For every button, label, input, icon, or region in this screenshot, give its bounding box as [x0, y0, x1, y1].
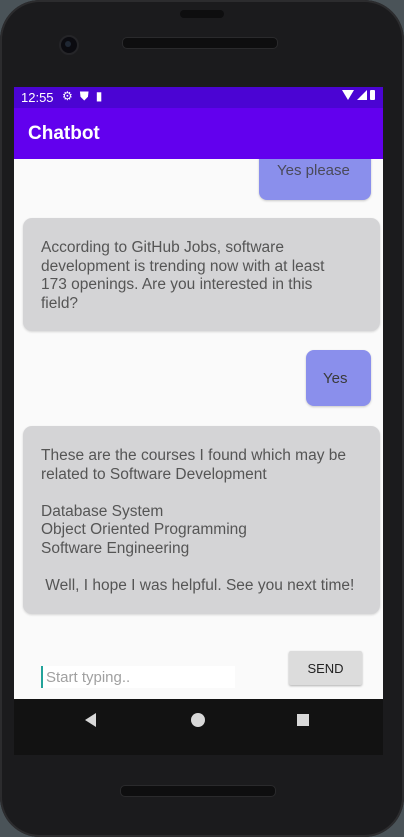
front-camera-icon: [59, 35, 79, 55]
user-message: Yes please: [259, 159, 371, 200]
app-bar: Chatbot: [14, 108, 383, 159]
send-button[interactable]: SEND: [289, 651, 362, 685]
status-bar: 12:55 ⚙ ⛊ ▮: [14, 87, 383, 108]
gear-icon: ⚙: [62, 89, 73, 103]
bottom-speaker: [120, 785, 276, 797]
wifi-icon: [342, 90, 354, 100]
bot-message-line: field?: [41, 294, 79, 312]
system-nav-bar: [14, 699, 383, 755]
shield-icon: ⛊: [79, 89, 89, 103]
bot-message-line: Object Oriented Programming: [41, 521, 247, 538]
bot-message: According to GitHub Jobs, software devel…: [23, 218, 380, 331]
status-icons-left: ⚙ ⛊ ▮: [62, 89, 102, 104]
battery-icon: [370, 90, 375, 100]
bot-message-line: Database System: [41, 502, 164, 520]
recents-icon[interactable]: [297, 714, 309, 726]
user-message-text: Yes: [323, 370, 348, 387]
input-area: SEND: [14, 629, 383, 699]
phone-frame: 12:55 ⚙ ⛊ ▮ Chatbot Yes please According…: [0, 0, 404, 837]
device-screen: 12:55 ⚙ ⛊ ▮ Chatbot Yes please According…: [14, 87, 383, 755]
sd-card-icon: ▮: [95, 89, 103, 103]
chat-list[interactable]: Yes please According to GitHub Jobs, sof…: [14, 159, 383, 629]
bot-message-line: According to GitHub Jobs, software: [41, 239, 284, 256]
bot-message-line: 173 openings. Are you interested in this: [41, 276, 313, 293]
cellular-icon: [357, 90, 367, 100]
bot-message-line: related to Software Development: [41, 465, 267, 483]
bot-message: These are the courses I found which may …: [23, 426, 380, 614]
bot-message-line: Well, I hope I was helpful. See you next…: [41, 576, 355, 594]
earpiece-speaker: [122, 37, 278, 49]
home-icon[interactable]: [191, 713, 205, 727]
user-message-text: Yes please: [277, 162, 350, 179]
status-icons-right: [342, 90, 375, 100]
back-icon[interactable]: [85, 713, 96, 727]
proximity-sensor: [180, 10, 224, 18]
bot-message-line: development is trending now with at leas…: [41, 257, 325, 275]
bot-message-line: Software Engineering: [41, 539, 190, 557]
user-message: Yes: [306, 350, 371, 406]
bot-message-line: These are the courses I found which may …: [41, 447, 346, 464]
app-title: Chatbot: [28, 123, 100, 144]
message-input[interactable]: [41, 666, 235, 688]
status-time: 12:55: [21, 90, 54, 105]
